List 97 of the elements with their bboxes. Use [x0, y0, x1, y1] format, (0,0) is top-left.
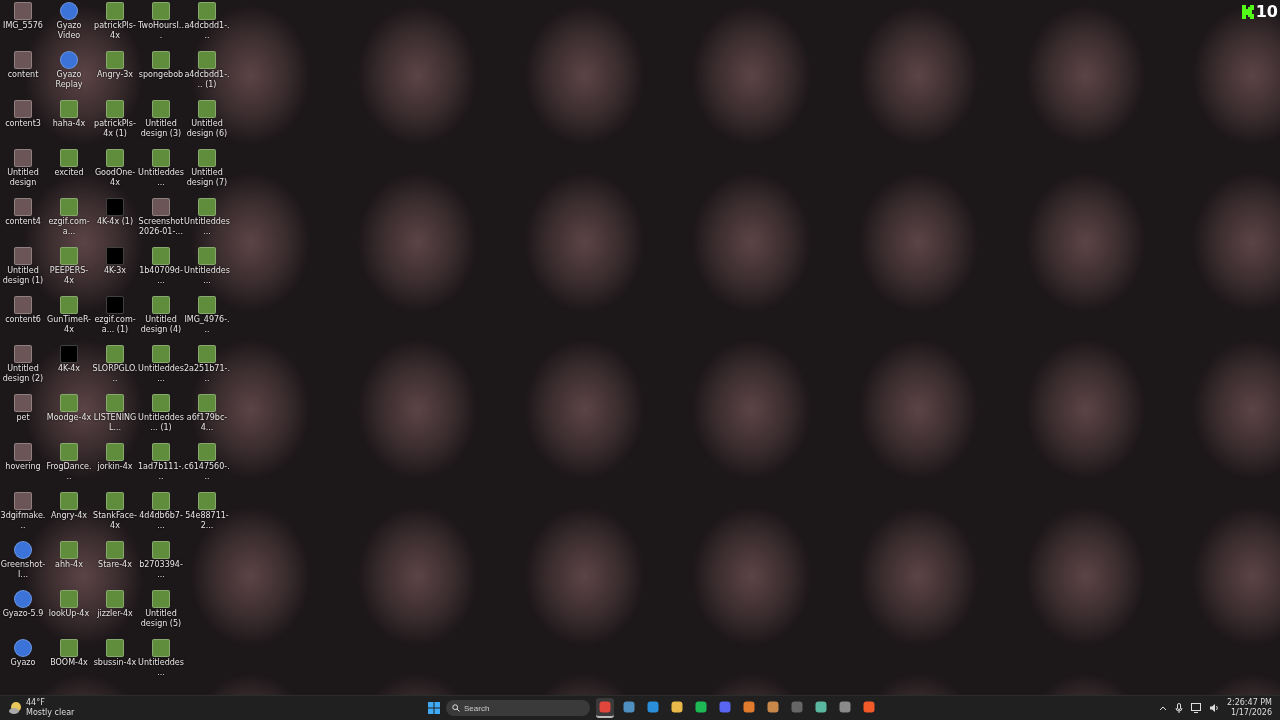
file-name[interactable]: TwoHoursI... [138, 21, 184, 40]
file-icon[interactable] [14, 541, 32, 559]
k-logo-icon [1241, 4, 1254, 19]
file-name[interactable]: 4K-4x (1) [92, 217, 138, 227]
app-icon [599, 701, 611, 713]
windows-start-icon[interactable] [428, 702, 440, 714]
app-icon [671, 701, 683, 713]
chevron-up-icon[interactable] [1158, 704, 1167, 712]
file-name[interactable]: patrickPls-4x (1) [92, 119, 138, 138]
file-name[interactable]: PEEPERS-4x [46, 266, 92, 285]
file-name[interactable]: Angry-4x [46, 511, 92, 521]
file-name[interactable]: ezgif.com-a... [46, 217, 92, 236]
file-name[interactable]: IMG_4976-... [184, 315, 230, 334]
file-name[interactable]: Greenshot-I... [0, 560, 46, 579]
volume-icon[interactable] [1208, 703, 1219, 713]
file-name[interactable]: Untitled design (1) [0, 266, 46, 285]
clock-date[interactable]: 1/17/2026 [1230, 708, 1272, 718]
app-icon [623, 701, 635, 713]
file-name[interactable]: IMG_5576 [0, 21, 46, 31]
file-name[interactable]: Gyazo Replay [46, 70, 92, 89]
file-name[interactable]: 4K-4x [46, 364, 92, 374]
file-icon[interactable] [60, 51, 78, 69]
file-name[interactable]: content4 [0, 217, 46, 227]
file-name[interactable]: ahh-4x [46, 560, 92, 570]
file-name[interactable]: Moodge-4x [46, 413, 92, 423]
weather-condition: Mostly clear [26, 708, 75, 718]
file-name[interactable]: FrogDance... [46, 462, 92, 481]
file-name[interactable]: Untitled design (2) [0, 364, 46, 383]
file-name[interactable]: GunTimeR-4x [46, 315, 92, 334]
file-name[interactable]: 4d4db6b7-... [138, 511, 184, 530]
file-name[interactable]: hovering [0, 462, 46, 472]
taskbar-app-button[interactable] [596, 698, 614, 718]
file-name[interactable]: Untitled design (4) [138, 315, 184, 334]
file-name[interactable]: a4dcbdd1-... [184, 21, 230, 40]
file-name[interactable]: Untitleddes... [184, 217, 230, 236]
file-name[interactable]: BOOM-4x [46, 658, 92, 668]
file-name[interactable]: spongebob [138, 70, 184, 80]
app-icon [767, 701, 779, 713]
file-name[interactable]: Untitleddes... [138, 364, 184, 383]
file-name[interactable]: Untitled design [0, 168, 46, 187]
file-name[interactable]: content3 [0, 119, 46, 129]
file-name[interactable]: jorkin-4x [92, 462, 138, 472]
app-icon [719, 701, 731, 713]
temperature: 44°F [26, 698, 46, 708]
file-name[interactable]: LISTENINGL... [92, 413, 138, 432]
file-name[interactable]: sbussin-4x [92, 658, 138, 668]
file-name[interactable]: SLORPGLO... [92, 364, 138, 383]
file-name[interactable]: Screenshot 2026-01-... [138, 217, 184, 236]
file-name[interactable]: content6 [0, 315, 46, 325]
file-name[interactable]: excited [46, 168, 92, 178]
file-name[interactable]: Gyazo-5.9 [0, 609, 46, 619]
file-icon[interactable] [60, 2, 78, 20]
file-name[interactable]: c6147560-... [184, 462, 230, 481]
microphone-icon[interactable] [1174, 703, 1183, 713]
file-name[interactable]: Gyazo [0, 658, 46, 668]
app-icon [815, 701, 827, 713]
app-icon [743, 701, 755, 713]
file-name[interactable]: a4dcbdd1-... (1) [184, 70, 230, 89]
file-name[interactable]: 1ad7b111-... [138, 462, 184, 481]
app-icon [695, 701, 707, 713]
moon-cloud-icon[interactable] [8, 701, 22, 715]
file-name[interactable]: lookUp-4x [46, 609, 92, 619]
viewer-count: 10 [1255, 2, 1278, 21]
file-name[interactable]: 3dgifmake... [0, 511, 46, 530]
file-name[interactable]: Untitled design (6) [184, 119, 230, 138]
file-name[interactable]: Untitled design (5) [138, 609, 184, 628]
file-name[interactable]: Stare-4x [92, 560, 138, 570]
file-name[interactable]: pet [0, 413, 46, 423]
file-name[interactable]: haha-4x [46, 119, 92, 129]
file-icon[interactable] [14, 639, 32, 657]
file-name[interactable]: 2a251b71-... [184, 364, 230, 383]
clock-time[interactable]: 2:26:47 PM [1226, 698, 1272, 708]
file-name[interactable]: Untitleddes... [184, 266, 230, 285]
file-name[interactable]: Untitled design (3) [138, 119, 184, 138]
file-name[interactable]: content [0, 70, 46, 80]
app-icon [791, 701, 803, 713]
file-name[interactable]: Untitleddes... [138, 168, 184, 187]
file-name[interactable]: 4K-3x [92, 266, 138, 276]
file-name[interactable]: Untitleddes... [138, 658, 184, 677]
file-name[interactable]: ezgif.com-a... (1) [92, 315, 138, 334]
app-icon [647, 701, 659, 713]
search-field[interactable]: Search [446, 700, 590, 716]
file-name[interactable]: Gyazo Video [46, 21, 92, 40]
file-name[interactable]: patrickPls-4x [92, 21, 138, 40]
app-icon [863, 701, 875, 713]
file-name[interactable]: a6f179bc-4... [184, 413, 230, 432]
file-name[interactable]: 1b40709d-... [138, 266, 184, 285]
file-name[interactable]: GoodOne-4x [92, 168, 138, 187]
file-name[interactable]: Angry-3x [92, 70, 138, 80]
file-icon[interactable] [14, 590, 32, 608]
file-name[interactable]: StankFace-4x [92, 511, 138, 530]
file-name[interactable]: Untitleddes... (1) [138, 413, 184, 432]
app-icon [839, 701, 851, 713]
file-name[interactable]: Untitled design (7) [184, 168, 230, 187]
file-name[interactable]: 54e88711-2... [184, 511, 230, 530]
file-name[interactable]: b2703394-... [138, 560, 184, 579]
file-name[interactable]: jizzler-4x [92, 609, 138, 619]
